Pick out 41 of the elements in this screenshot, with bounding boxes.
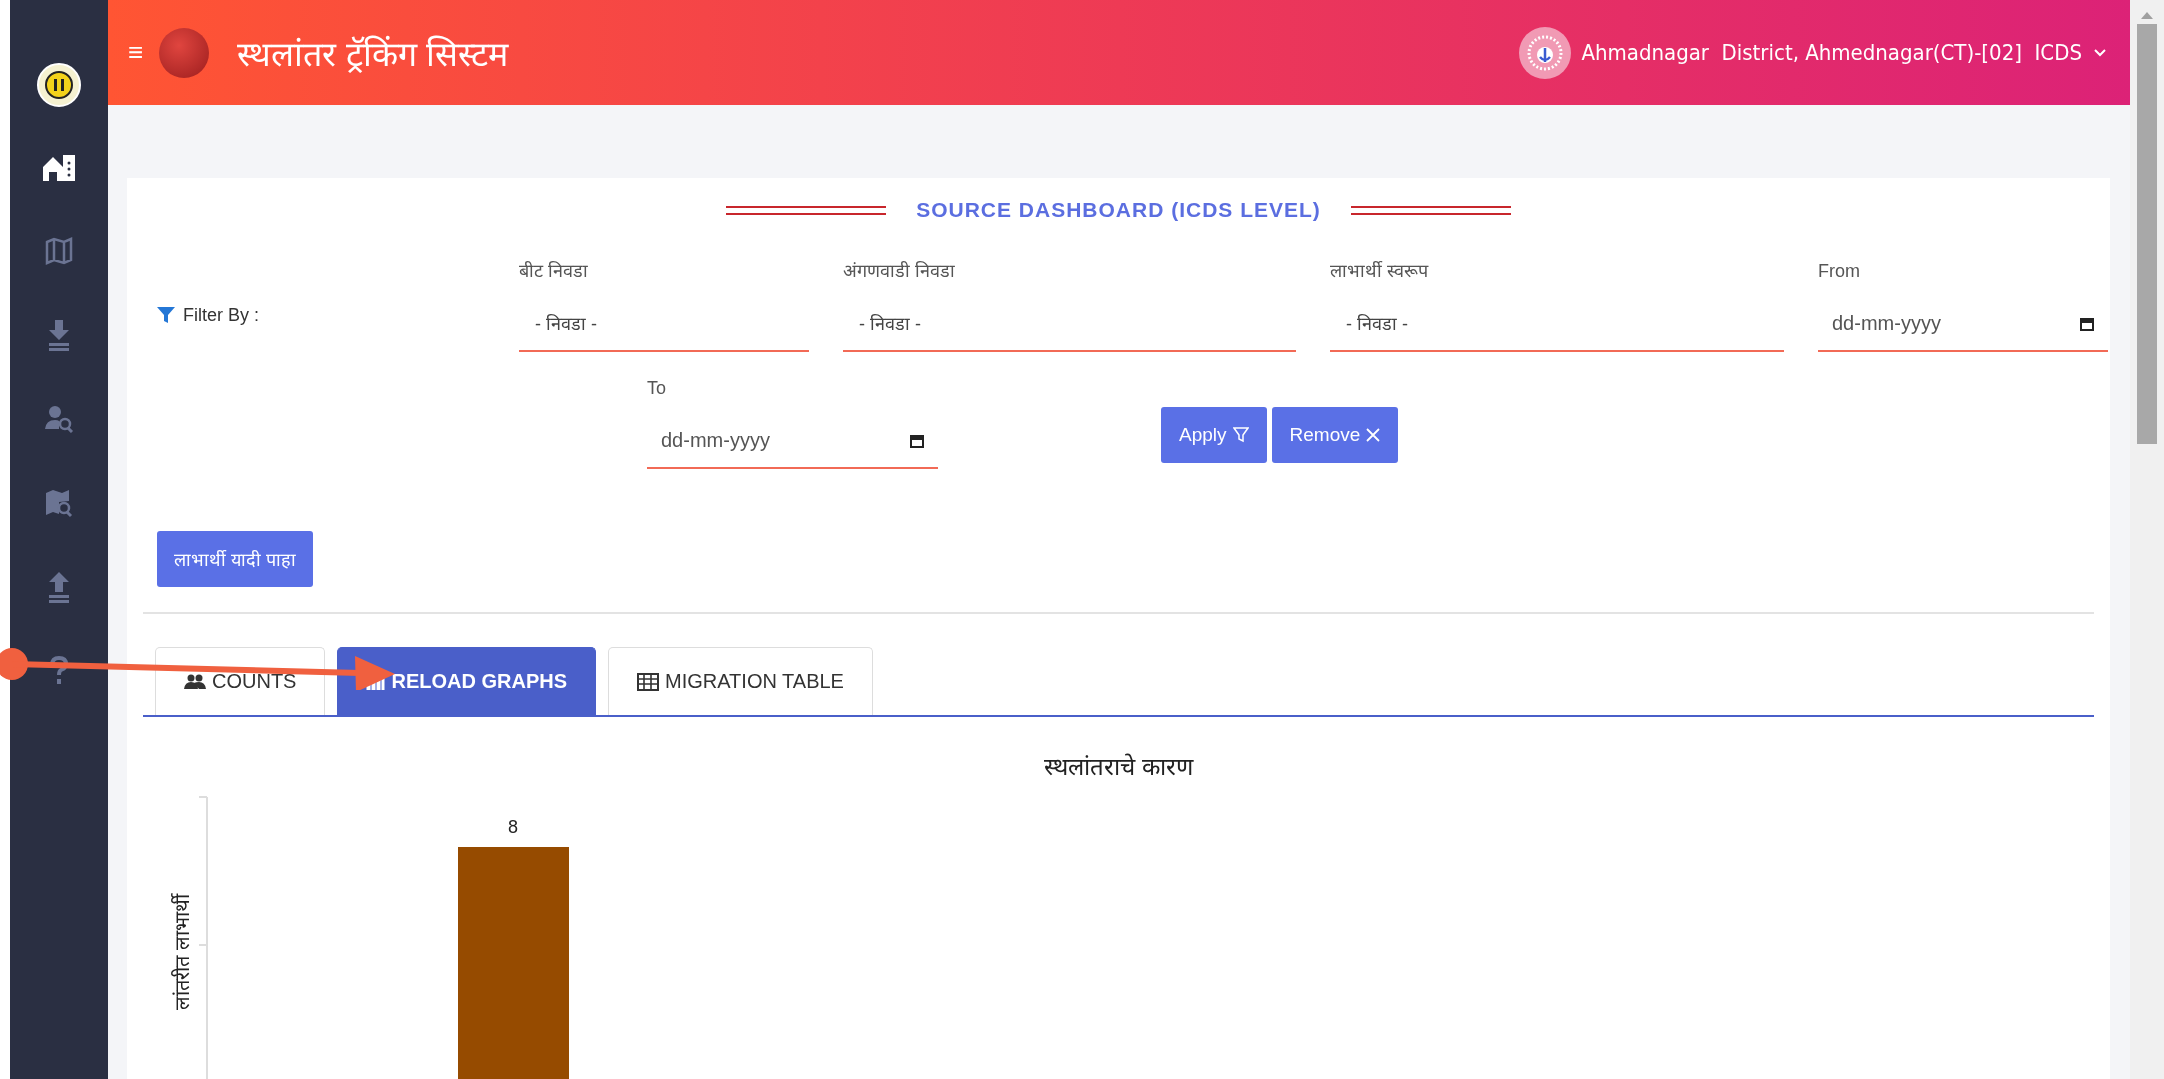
map-icon bbox=[45, 237, 73, 265]
user-location[interactable]: Ahmadnagar District, Ahmednagar(CT)-[02] ICDS bbox=[1581, 40, 2082, 65]
help-icon bbox=[49, 656, 69, 686]
field-label: अंगणवाडी निवडा bbox=[843, 260, 956, 282]
scroll-up-icon[interactable] bbox=[2140, 10, 2154, 20]
download-icon bbox=[46, 319, 72, 351]
tab[interactable]: COUNTS bbox=[155, 647, 326, 715]
select-field[interactable]: - निवडा - bbox=[843, 296, 1296, 352]
apply-button[interactable]: Apply bbox=[1161, 407, 1267, 463]
upload-icon bbox=[46, 571, 72, 603]
field-label: बीट निवडा bbox=[519, 260, 589, 282]
caret-icon[interactable] bbox=[2094, 48, 2106, 57]
app-title: स्थलांतर ट्रॅकिंग सिस्टम bbox=[237, 33, 509, 75]
field-label: From bbox=[1818, 261, 1861, 282]
tab[interactable]: MIGRATION TABLE bbox=[608, 647, 873, 715]
dashboard-title: SOURCE DASHBOARD (ICDS LEVEL) bbox=[916, 198, 1321, 222]
beneficiary-list-button[interactable]: लाभार्थी यादी पाहा bbox=[157, 531, 313, 587]
date-field[interactable]: dd-mm-yyyy bbox=[1818, 296, 2108, 352]
select-field[interactable]: - निवडा - bbox=[519, 296, 809, 352]
calendar-icon bbox=[910, 434, 924, 448]
field-label: लाभार्थी स्वरूप bbox=[1330, 260, 1430, 282]
data-label: 8 bbox=[508, 817, 518, 837]
map-search-icon bbox=[44, 488, 74, 518]
field-label: To bbox=[647, 378, 667, 399]
filter-icon bbox=[1232, 427, 1249, 443]
close-icon bbox=[1366, 428, 1381, 442]
filter-icon bbox=[157, 306, 175, 324]
axis-label: लांतरीत लाभार्थी bbox=[171, 894, 193, 1010]
menu-icon[interactable]: ≡ bbox=[128, 37, 144, 68]
user-search-icon bbox=[44, 405, 74, 433]
scrollbar-thumb[interactable] bbox=[2137, 24, 2157, 444]
remove-button[interactable]: Remove bbox=[1271, 407, 1399, 463]
emblem-icon bbox=[37, 63, 81, 107]
date-field[interactable]: dd-mm-yyyy bbox=[647, 413, 938, 469]
tab[interactable]: RELOAD GRAPHS bbox=[337, 647, 597, 715]
select-field[interactable]: - निवडा - bbox=[1330, 296, 1784, 352]
filter-label: Filter By : bbox=[183, 304, 259, 326]
users-icon bbox=[184, 673, 206, 690]
chart-title: स्थलांतराचे कारण bbox=[1043, 752, 1195, 782]
table-icon bbox=[637, 672, 660, 691]
calendar-icon bbox=[2080, 317, 2094, 331]
